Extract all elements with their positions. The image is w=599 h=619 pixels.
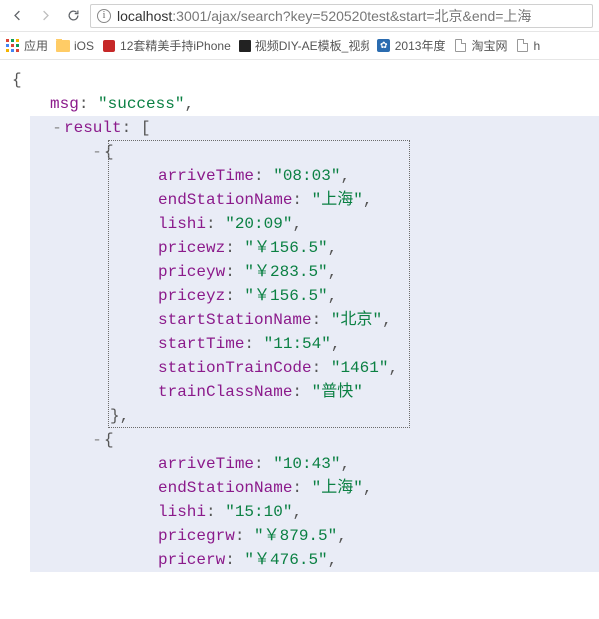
bookmark-ios[interactable]: iOS: [56, 39, 94, 53]
json-string: "￥879.5": [254, 527, 337, 545]
json-key: pricegrw: [158, 527, 235, 545]
json-line: },: [30, 404, 599, 428]
nav-back-button[interactable]: [6, 5, 28, 27]
bookmark-h[interactable]: h: [515, 39, 540, 53]
toggle-icon[interactable]: -: [90, 428, 104, 452]
json-key: msg: [50, 95, 79, 113]
json-key: priceyz: [158, 287, 225, 305]
json-key: startTime: [158, 335, 244, 353]
json-string: "11:54": [264, 335, 331, 353]
bookmark-label: h: [533, 39, 540, 53]
json-line: lishi: "15:10",: [30, 500, 599, 524]
bookmark-label: 应用: [24, 37, 48, 54]
json-key: result: [64, 119, 122, 137]
json-string: "￥476.5": [244, 551, 327, 569]
bookmark-label: 2013年度: [395, 37, 446, 54]
json-string: "普快": [312, 383, 363, 401]
json-line: priceyz: "￥156.5",: [30, 284, 599, 308]
toggle-icon[interactable]: -: [90, 140, 104, 164]
json-line: pricerw: "￥476.5",: [30, 548, 599, 572]
json-key: priceyw: [158, 263, 225, 281]
json-string: "上海": [312, 479, 363, 497]
json-string: "北京": [331, 311, 382, 329]
address-bar[interactable]: i localhost:3001/ajax/search?key=520520t…: [90, 4, 593, 28]
json-line: priceyw: "￥283.5",: [30, 260, 599, 284]
apps-icon: [6, 39, 20, 53]
site-info-icon[interactable]: i: [97, 9, 111, 23]
json-key: stationTrainCode: [158, 359, 312, 377]
json-key: pricewz: [158, 239, 225, 257]
json-key: trainClassName: [158, 383, 292, 401]
json-line: endStationName: "上海",: [30, 188, 599, 212]
brace-open: {: [12, 71, 22, 89]
json-line: -result: [: [30, 116, 599, 140]
nav-reload-button[interactable]: [62, 5, 84, 27]
json-key: lishi: [158, 503, 206, 521]
page-icon: [453, 39, 467, 53]
json-string: "￥156.5": [244, 287, 327, 305]
bookmark-iphone[interactable]: 12套精美手持iPhone: [102, 37, 231, 54]
json-line: lishi: "20:09",: [30, 212, 599, 236]
json-key: endStationName: [158, 479, 292, 497]
json-key: pricerw: [158, 551, 225, 569]
page-icon: [515, 39, 529, 53]
json-string: "1461": [331, 359, 389, 377]
json-string: "success": [98, 95, 184, 113]
json-line: startStationName: "北京",: [30, 308, 599, 332]
bookmark-label: 12套精美手持iPhone: [120, 37, 231, 54]
json-key: lishi: [158, 215, 206, 233]
bookmark-ae[interactable]: 视频DIY-AE模板_视频: [239, 37, 369, 54]
json-line: arriveTime: "08:03",: [30, 164, 599, 188]
json-line: endStationName: "上海",: [30, 476, 599, 500]
red-icon: [102, 39, 116, 53]
arrow-left-icon: [10, 8, 25, 23]
json-string: "08:03": [273, 167, 340, 185]
json-key: arriveTime: [158, 455, 254, 473]
json-string: "10:43": [273, 455, 340, 473]
reload-icon: [66, 8, 81, 23]
bookmark-2013[interactable]: ✿ 2013年度: [377, 37, 446, 54]
json-line: pricewz: "￥156.5",: [30, 236, 599, 260]
json-string: "上海": [312, 191, 363, 209]
json-string: "￥283.5": [244, 263, 327, 281]
json-string: "￥156.5": [244, 239, 327, 257]
json-line: -{: [30, 140, 599, 164]
address-bar-text: localhost:3001/ajax/search?key=520520tes…: [117, 6, 531, 26]
json-line: stationTrainCode: "1461",: [30, 356, 599, 380]
toggle-icon[interactable]: -: [50, 116, 64, 140]
browser-nav-row: i localhost:3001/ajax/search?key=520520t…: [0, 0, 599, 32]
bookmark-taobao[interactable]: 淘宝网: [453, 37, 507, 54]
folder-icon: [56, 39, 70, 53]
json-line: arriveTime: "10:43",: [30, 452, 599, 476]
bookmarks-bar: 应用 iOS 12套精美手持iPhone 视频DIY-AE模板_视频 ✿ 201…: [0, 32, 599, 60]
json-key: startStationName: [158, 311, 312, 329]
bookmark-apps[interactable]: 应用: [6, 37, 48, 54]
json-line: pricegrw: "￥879.5",: [30, 524, 599, 548]
json-line: {: [0, 68, 599, 92]
paw-icon: ✿: [377, 39, 391, 53]
json-line: trainClassName: "普快": [30, 380, 599, 404]
bookmark-label: 淘宝网: [471, 37, 507, 54]
json-line: startTime: "11:54",: [30, 332, 599, 356]
json-string: "15:10": [225, 503, 292, 521]
arrow-right-icon: [38, 8, 53, 23]
url-host: localhost: [117, 8, 172, 24]
json-viewer: { msg: "success", -result: [ -{ arriveTi…: [0, 60, 599, 619]
json-key: arriveTime: [158, 167, 254, 185]
url-rest: :3001/ajax/search?key=520520test&start=北…: [172, 8, 531, 24]
bookmark-label: 视频DIY-AE模板_视频: [255, 37, 369, 54]
json-key: endStationName: [158, 191, 292, 209]
json-result-block: -result: [ -{ arriveTime: "08:03", endSt…: [30, 116, 599, 572]
black-icon: [239, 39, 251, 53]
json-line: msg: "success",: [0, 92, 599, 116]
json-string: "20:09": [225, 215, 292, 233]
json-line: -{: [30, 428, 599, 452]
bookmark-label: iOS: [74, 39, 94, 53]
nav-forward-button[interactable]: [34, 5, 56, 27]
